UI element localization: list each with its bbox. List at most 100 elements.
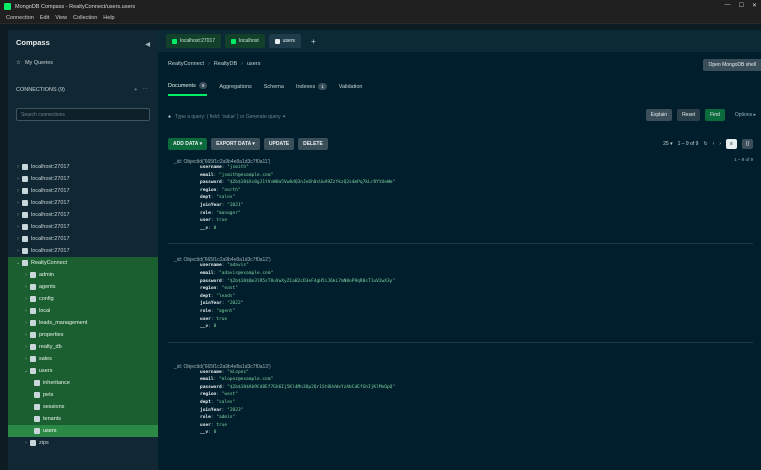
database-item[interactable]: › realty_db <box>8 341 158 353</box>
connections-header: CONNECTIONS (9) + ⋯ <box>8 82 158 98</box>
new-tab-icon[interactable]: + <box>311 37 316 46</box>
chevron-right-icon: › <box>17 176 19 182</box>
connection-item[interactable]: › localhost:27017 <box>8 233 158 245</box>
database-item[interactable]: › zips <box>8 437 158 449</box>
database-item[interactable]: › admin <box>8 269 158 281</box>
database-item[interactable]: › agents <box>8 281 158 293</box>
collapse-sidebar-icon[interactable]: ◀ <box>145 41 150 48</box>
sidebar: Compass ◀ ☆ My Queries CONNECTIONS (9) +… <box>8 30 158 470</box>
collection-item[interactable]: inheritance <box>8 377 158 389</box>
explain-button[interactable]: Explain <box>645 109 673 121</box>
tab-schema[interactable]: Schema <box>264 82 284 96</box>
more-options-icon[interactable]: ⋯ <box>143 87 149 93</box>
folder-icon <box>34 428 40 434</box>
tab-aggregations[interactable]: Aggregations <box>219 82 251 96</box>
maximize-icon[interactable]: ☐ <box>739 2 744 9</box>
collection-item[interactable]: tenants <box>8 413 158 425</box>
new-connection-icon[interactable]: + <box>134 87 137 93</box>
reset-button[interactable]: Reset <box>677 109 701 121</box>
document-field: email: "mlopez@example.com" <box>200 377 274 383</box>
tab-indexes[interactable]: Indexes 1 <box>296 82 327 96</box>
chevron-right-icon: › <box>17 224 19 230</box>
sidebar-title: Compass <box>16 37 50 47</box>
page-size-select[interactable]: 25 ▾ <box>663 141 672 147</box>
breadcrumb-connection[interactable]: RealtyConnect <box>168 61 204 67</box>
database-item[interactable]: › sales <box>8 353 158 365</box>
document-field: __v: 0 <box>200 225 217 231</box>
find-button[interactable]: Find <box>705 109 725 121</box>
document-field: joinYear: "2022" <box>200 301 244 307</box>
menu-collection[interactable]: Collection <box>73 15 97 21</box>
connection-item[interactable]: › localhost:27017 <box>8 185 158 197</box>
database-icon <box>30 308 36 314</box>
document-card[interactable]: _id: ObjectId('665f1c2a9b4e8a1d3c7f0a12'… <box>168 254 753 343</box>
chevron-right-icon: › <box>25 440 27 446</box>
database-icon <box>30 284 36 290</box>
documents-list: _id: ObjectId('665f1c2a9b4e8a1d3c7f0a11'… <box>168 156 753 448</box>
leaf-icon <box>172 38 177 44</box>
collection-subtabs: Documents 9 Aggregations Schema Indexes 1 … <box>168 82 362 96</box>
refresh-icon[interactable]: ↻ <box>703 141 707 147</box>
menu-edit[interactable]: Edit <box>40 15 49 21</box>
menu-connection[interactable]: Connection <box>6 15 34 21</box>
delete-button[interactable]: DELETE <box>298 138 328 150</box>
collection-item-selected[interactable]: users <box>8 425 158 437</box>
page-range: 1 – 9 of 9 <box>677 141 699 147</box>
minimize-icon[interactable]: — <box>725 2 731 9</box>
database-item[interactable]: › local <box>8 305 158 317</box>
tab-validation[interactable]: Validation <box>339 82 363 96</box>
document-field: user: true <box>200 316 228 322</box>
tab-documents[interactable]: Documents 9 <box>168 82 208 96</box>
database-icon <box>30 272 36 278</box>
next-page-icon[interactable]: › <box>719 141 721 147</box>
connection-item[interactable]: › localhost:27017 <box>8 173 158 185</box>
filter-icon: ● <box>168 113 172 120</box>
query-bar[interactable]: ● Type a query: { field: 'value' } or Ge… <box>168 110 618 123</box>
breadcrumb-database[interactable]: RealtyDB <box>214 61 237 67</box>
menu-view[interactable]: View <box>55 15 67 21</box>
database-item[interactable]: › leads_management <box>8 317 158 329</box>
menu-help[interactable]: Help <box>103 15 114 21</box>
close-icon[interactable]: ✕ <box>752 2 757 9</box>
connections-label: CONNECTIONS (9) <box>16 87 65 93</box>
window-title: MongoDB Compass - RealtyConnect/users.us… <box>15 3 136 10</box>
export-data-button[interactable]: EXPORT DATA ▾ <box>211 138 260 150</box>
server-icon <box>22 188 28 194</box>
database-item[interactable]: › properties <box>8 329 158 341</box>
prev-page-icon[interactable]: ‹ <box>713 141 715 147</box>
query-actions: Explain Reset Find Options ▸ <box>645 109 761 121</box>
database-item[interactable]: ⌄ users <box>8 365 158 377</box>
document-card[interactable]: _id: ObjectId('665f1c2a9b4e8a1d3c7f0a13'… <box>168 361 753 448</box>
connection-item[interactable]: › localhost:27017 <box>8 161 158 173</box>
tab-localhost[interactable]: localhost <box>225 34 265 48</box>
options-button[interactable]: Options ▸ <box>730 109 761 121</box>
chevron-right-icon: › <box>17 236 19 242</box>
database-item[interactable]: › config <box>8 293 158 305</box>
open-shell-button[interactable]: Open MongoDB shell <box>703 59 761 71</box>
search-connections-input[interactable]: Search connections <box>16 108 150 121</box>
collection-item[interactable]: pets <box>8 389 158 401</box>
folder-icon <box>34 404 40 410</box>
json-view-icon[interactable]: {} <box>742 139 753 149</box>
document-field: password: "$2b$10$Xv8gJ1tVvW0a5Vw0dQ3nJe… <box>200 180 396 186</box>
tab-users[interactable]: users <box>268 34 301 48</box>
active-connection-item[interactable]: ⌄ RealtyConnect <box>8 257 158 269</box>
chevron-right-icon: › <box>25 296 27 302</box>
chevron-right-icon: › <box>17 212 19 218</box>
connection-item[interactable]: › localhost:27017 <box>8 197 158 209</box>
document-card[interactable]: _id: ObjectId('665f1c2a9b4e8a1d3c7f0a11'… <box>168 156 753 245</box>
tab-connection[interactable]: localhost:27017 <box>166 34 222 48</box>
update-button[interactable]: UPDATE <box>263 138 295 150</box>
document-field: dept: "sales" <box>200 195 236 201</box>
query-input[interactable]: Type a query: { field: 'value' } or Gene… <box>175 114 286 120</box>
connection-item[interactable]: › localhost:27017 <box>8 245 158 257</box>
add-data-button[interactable]: ADD DATA ▾ <box>168 138 208 150</box>
server-icon <box>22 176 28 182</box>
list-view-icon[interactable]: ≡ <box>726 139 737 149</box>
connection-item[interactable]: › localhost:27017 <box>8 209 158 221</box>
connection-item[interactable]: › localhost:27017 <box>8 221 158 233</box>
collection-item[interactable]: sessions <box>8 401 158 413</box>
my-queries-item[interactable]: ☆ My Queries <box>8 54 158 72</box>
breadcrumb-collection[interactable]: users <box>247 61 260 67</box>
database-icon <box>30 332 36 338</box>
